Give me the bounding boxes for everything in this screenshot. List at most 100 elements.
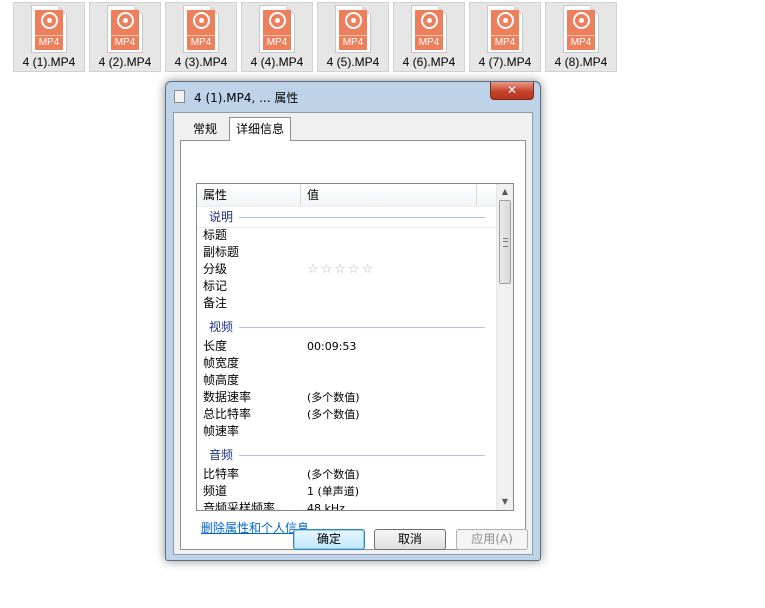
list-item[interactable]: 帧宽度 <box>197 355 497 372</box>
vertical-scrollbar[interactable]: ▲ ▼ <box>496 184 513 510</box>
file-item[interactable]: MP4 4 (8).MP4 <box>545 2 617 72</box>
list-body: 说明 标题 副标题 分级 ☆☆☆☆☆ 标记 备注 视频 长度 00:09:53 … <box>197 206 497 510</box>
property-name: 音频采样频率 <box>203 501 276 510</box>
property-name: 长度 <box>203 339 228 353</box>
tab-general[interactable]: 常规 <box>182 119 228 139</box>
group-header-video[interactable]: 视频 <box>197 317 497 337</box>
file-item[interactable]: MP4 4 (2).MP4 <box>89 2 161 72</box>
tab-details[interactable]: 详细信息 <box>229 117 291 141</box>
property-name: 标题 <box>203 228 228 242</box>
group-header-audio[interactable]: 音频 <box>197 445 497 465</box>
mp4-file-icon: MP4 <box>411 5 447 53</box>
property-value: (多个数值) <box>307 391 360 404</box>
mp4-file-icon: MP4 <box>563 5 599 53</box>
dialog-titlebar[interactable]: 4 (1).MP4, ... 属性 ✕ <box>166 82 540 108</box>
file-name: 4 (6).MP4 <box>402 55 456 69</box>
property-value: (多个数值) <box>307 408 360 421</box>
group-header-description[interactable]: 说明 <box>197 206 497 228</box>
file-item[interactable]: MP4 4 (3).MP4 <box>165 2 237 72</box>
rating-stars[interactable]: ☆☆☆☆☆ <box>307 261 375 278</box>
group-divider <box>239 327 485 328</box>
details-panel: 属性 值 说明 标题 副标题 分级 ☆☆☆☆☆ 标记 备注 视频 长度 00:0… <box>180 140 526 550</box>
mp4-file-icon: MP4 <box>259 5 295 53</box>
video-reel-icon <box>117 12 134 29</box>
group-divider <box>239 455 485 456</box>
video-reel-icon <box>41 12 58 29</box>
property-name: 备注 <box>203 296 228 310</box>
video-reel-icon <box>497 12 514 29</box>
list-item[interactable]: 长度 00:09:53 <box>197 338 497 355</box>
property-name: 总比特率 <box>203 407 252 421</box>
scroll-up-icon[interactable]: ▲ <box>497 184 513 200</box>
dialog-title: 4 (1).MP4, ... 属性 <box>194 91 299 105</box>
list-item[interactable]: 标记 <box>197 278 497 295</box>
file-type-tag: MP4 <box>111 35 139 49</box>
list-item[interactable]: 备注 <box>197 295 497 312</box>
group-label: 视频 <box>209 320 234 334</box>
property-list: 属性 值 说明 标题 副标题 分级 ☆☆☆☆☆ 标记 备注 视频 长度 00:0… <box>196 183 514 511</box>
list-item[interactable]: 比特率 (多个数值) <box>197 466 497 483</box>
mp4-file-icon: MP4 <box>335 5 371 53</box>
file-item[interactable]: MP4 4 (6).MP4 <box>393 2 465 72</box>
property-value: 48 kHz <box>307 502 345 510</box>
ok-button[interactable]: 确定 <box>293 529 365 550</box>
video-reel-icon <box>269 12 286 29</box>
property-name: 帧高度 <box>203 373 240 387</box>
list-item[interactable]: 频道 1 (单声道) <box>197 483 497 500</box>
file-item[interactable]: MP4 4 (7).MP4 <box>469 2 541 72</box>
mp4-file-icon: MP4 <box>183 5 219 53</box>
list-item[interactable]: 数据速率 (多个数值) <box>197 389 497 406</box>
property-name: 分级 <box>203 262 228 276</box>
scroll-down-icon[interactable]: ▼ <box>497 494 513 510</box>
file-name: 4 (5).MP4 <box>326 55 380 69</box>
mp4-file-icon: MP4 <box>31 5 67 53</box>
property-name: 帧宽度 <box>203 356 240 370</box>
file-name: 4 (3).MP4 <box>174 55 228 69</box>
video-reel-icon <box>573 12 590 29</box>
file-type-tag: MP4 <box>35 35 63 49</box>
property-name: 数据速率 <box>203 390 252 404</box>
grip-icon <box>503 238 508 247</box>
file-name: 4 (8).MP4 <box>554 55 608 69</box>
list-item[interactable]: 副标题 <box>197 244 497 261</box>
property-value: (多个数值) <box>307 468 360 481</box>
column-header-value[interactable]: 值 <box>301 184 477 206</box>
property-name: 标记 <box>203 279 228 293</box>
file-name: 4 (7).MP4 <box>478 55 532 69</box>
file-type-tag: MP4 <box>415 35 443 49</box>
property-name: 比特率 <box>203 467 240 481</box>
list-header: 属性 值 <box>197 184 497 207</box>
close-button[interactable]: ✕ <box>490 82 534 100</box>
file-item[interactable]: MP4 4 (4).MP4 <box>241 2 313 72</box>
file-name: 4 (2).MP4 <box>98 55 152 69</box>
list-item[interactable]: 分级 ☆☆☆☆☆ <box>197 261 497 278</box>
scrollbar-thumb[interactable] <box>499 200 511 284</box>
file-type-tag: MP4 <box>263 35 291 49</box>
file-item[interactable]: MP4 4 (5).MP4 <box>317 2 389 72</box>
properties-dialog: 4 (1).MP4, ... 属性 ✕ 常规 详细信息 属性 值 说明 标题 副… <box>165 81 541 561</box>
property-name: 频道 <box>203 484 228 498</box>
video-reel-icon <box>193 12 210 29</box>
column-header-property[interactable]: 属性 <box>197 184 301 206</box>
file-item[interactable]: MP4 4 (1).MP4 <box>13 2 85 72</box>
cancel-button[interactable]: 取消 <box>374 529 446 550</box>
video-reel-icon <box>345 12 362 29</box>
property-name: 副标题 <box>203 245 240 259</box>
group-label: 说明 <box>209 210 234 224</box>
file-type-tag: MP4 <box>491 35 519 49</box>
property-value: 00:09:53 <box>307 340 357 353</box>
list-item[interactable]: 标题 <box>197 227 497 244</box>
mp4-file-icon: MP4 <box>107 5 143 53</box>
list-item[interactable]: 总比特率 (多个数值) <box>197 406 497 423</box>
group-divider <box>239 217 485 218</box>
file-name: 4 (4).MP4 <box>250 55 304 69</box>
property-value: 1 (单声道) <box>307 485 360 498</box>
property-name: 帧速率 <box>203 424 240 438</box>
file-name: 4 (1).MP4 <box>22 55 76 69</box>
group-label: 音频 <box>209 448 234 462</box>
list-item[interactable]: 音频采样频率 48 kHz <box>197 500 497 510</box>
list-item[interactable]: 帧速率 <box>197 423 497 440</box>
document-icon <box>174 90 185 103</box>
list-item[interactable]: 帧高度 <box>197 372 497 389</box>
apply-button[interactable]: 应用(A) <box>456 529 528 550</box>
